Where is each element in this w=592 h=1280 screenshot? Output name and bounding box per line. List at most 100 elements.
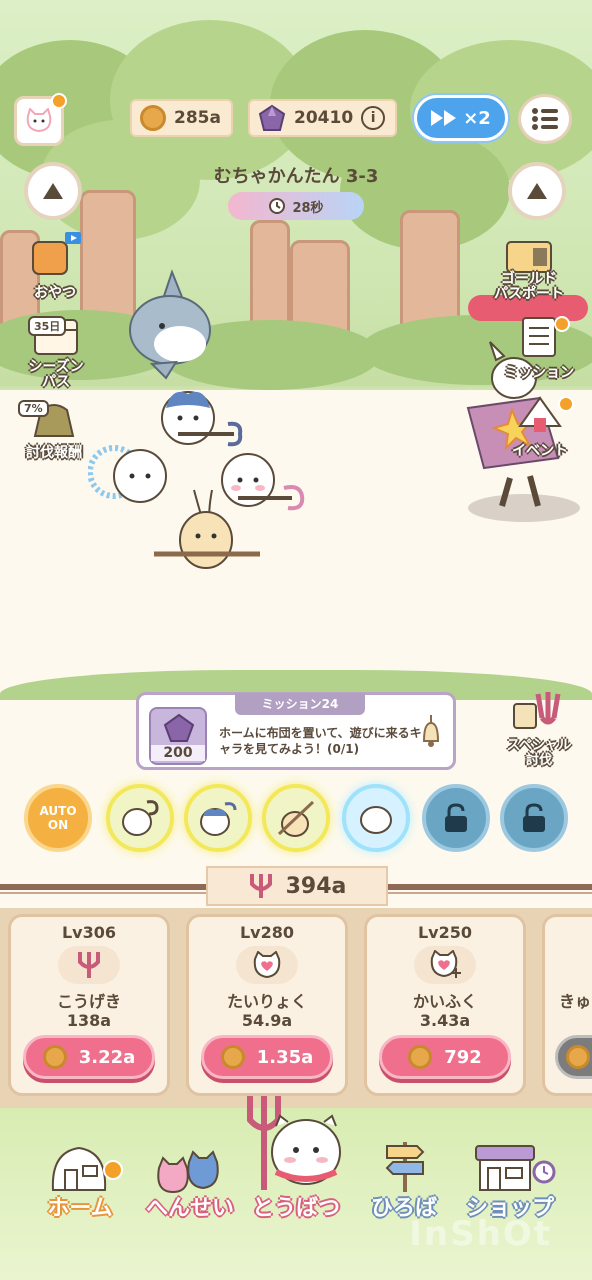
skill-slot-2[interactable] xyxy=(184,784,252,852)
info-icon[interactable]: i xyxy=(361,106,386,130)
gem-amount: 20410 xyxy=(294,108,354,128)
snack-button[interactable]: おやつ xyxy=(20,232,90,302)
lock-icon xyxy=(445,803,467,832)
mission-description: ホームに布団を置いて、遊びに来るキャラを見てみよう！(0/1) xyxy=(219,726,422,756)
upgrade-attack-button[interactable]: 3.22a xyxy=(23,1035,155,1079)
gem-icon xyxy=(163,713,195,742)
lock-icon xyxy=(523,803,545,832)
mission-button[interactable]: ミッション xyxy=(494,316,584,382)
card-level: Lv280 xyxy=(239,923,295,942)
card-name: たいりょく xyxy=(226,992,307,1011)
event-tent-icon xyxy=(518,396,562,432)
usagi-skill-icon xyxy=(277,800,315,837)
mission-banner[interactable]: ミッション24 200 ホームに布団を置いて、遊びに来るキャラを見てみよう！(0… xyxy=(136,692,456,770)
nav-home[interactable]: ホーム xyxy=(26,1138,134,1221)
nav-home-label: ホーム xyxy=(47,1196,113,1221)
clock-icon xyxy=(269,198,286,214)
speed-toggle-button[interactable]: ×2 xyxy=(414,95,508,141)
profile-button[interactable] xyxy=(14,93,67,146)
upgrade-card-partial: きゅ xyxy=(542,914,592,1096)
menu-button[interactable] xyxy=(518,94,572,144)
special-weapon-icon xyxy=(513,692,561,729)
gold-passport-label: ゴールド パスポート xyxy=(494,271,564,302)
cat-face-icon xyxy=(26,108,52,133)
stage-title: むちゃかんたん 3-3 xyxy=(213,166,379,187)
card-level: Lv306 xyxy=(61,923,117,942)
coin-amount: 285a xyxy=(174,108,221,128)
gem-counter[interactable]: 20410 i xyxy=(248,99,398,137)
coin-icon xyxy=(42,1045,67,1069)
upgrade-partial-button[interactable] xyxy=(555,1035,592,1079)
momonga-skill-icon xyxy=(360,806,392,834)
reward-percent-badge: 7% xyxy=(18,400,49,417)
hachiware-skill-icon xyxy=(200,802,237,836)
coin-counter: 285a xyxy=(130,99,233,137)
upgrade-card-health: Lv280 たいりょく 54.9a 1.35a xyxy=(186,914,348,1096)
speed-label: ×2 xyxy=(463,107,491,129)
timer-value: 28秒 xyxy=(292,200,324,216)
notification-dot xyxy=(51,93,67,109)
subjugation-reward-label: 討伐報酬 xyxy=(26,445,82,461)
gem-icon xyxy=(258,104,286,131)
skill-slot-locked-2[interactable] xyxy=(500,784,568,852)
mission-label: ミッション xyxy=(504,365,574,381)
fast-forward-icon xyxy=(431,110,457,126)
season-pass-label: シーズン パス xyxy=(28,359,84,390)
nav-team-label: へんせい xyxy=(145,1196,234,1221)
nav-team[interactable]: へんせい xyxy=(136,1138,244,1221)
card-value: 138a xyxy=(66,1011,112,1030)
upgrade-card-attack: Lv306 こうげき 138a 3.22a xyxy=(8,914,170,1096)
mission-reward: 200 xyxy=(149,707,207,765)
upgrade-heal-button[interactable]: 792 xyxy=(379,1035,511,1079)
snack-icon xyxy=(32,232,81,275)
heal-icon xyxy=(414,946,476,984)
sunfish-ally xyxy=(129,269,211,380)
card-value: 54.9a xyxy=(241,1011,293,1030)
mission-reward-amount: 200 xyxy=(151,745,205,761)
watermark: InShOt xyxy=(409,1214,552,1254)
battle-icon xyxy=(247,1096,341,1190)
season-days-badge: 35日 xyxy=(28,316,67,336)
auto-toggle-button[interactable]: AUTO ON xyxy=(24,784,92,852)
card-level: Lv250 xyxy=(417,923,473,942)
heart-icon xyxy=(236,946,298,984)
card-name: かいふく xyxy=(412,992,477,1011)
battle-timer: 28秒 xyxy=(228,192,364,220)
gold-passport-button[interactable]: ゴールド パスポート xyxy=(470,240,588,302)
upgrade-currency-amount: 394a xyxy=(285,873,347,899)
upgrade-card-heal: Lv250 かいふく 3.43a 792 xyxy=(364,914,526,1096)
subjugation-reward-button[interactable]: 7% 討伐報酬 xyxy=(10,400,98,462)
special-subjugation-label: スペシャル 討伐 xyxy=(506,738,572,768)
nav-battle[interactable]: とうばつ xyxy=(240,1090,352,1221)
coin-icon xyxy=(220,1045,245,1069)
skill-slot-3[interactable] xyxy=(262,784,330,852)
auto-label: AUTO ON xyxy=(39,804,77,832)
checklist-icon xyxy=(522,317,556,357)
upgrade-health-button[interactable]: 1.35a xyxy=(201,1035,333,1079)
list-menu-icon xyxy=(532,108,558,130)
card-name: きゅ xyxy=(559,992,592,1011)
skill-slot-1[interactable] xyxy=(106,784,174,852)
event-label: イベント xyxy=(512,443,568,459)
upgrade-currency: 394a xyxy=(206,866,388,906)
mission-title: ミッション24 xyxy=(235,693,365,715)
skill-slot-locked-1[interactable] xyxy=(422,784,490,852)
chiikawa-skill-icon xyxy=(122,800,159,836)
pitchfork-icon xyxy=(58,946,120,984)
signpost-icon xyxy=(385,1142,425,1192)
upgrade-cost: 1.35a xyxy=(256,1046,314,1068)
nav-plaza[interactable]: ひろば xyxy=(350,1138,458,1221)
skill-slot-4[interactable] xyxy=(342,784,410,852)
card-value: 3.43a xyxy=(419,1011,471,1030)
event-notification-dot xyxy=(558,396,574,412)
nav-battle-label: とうばつ xyxy=(251,1196,340,1221)
special-subjugation-button[interactable]: スペシャル 討伐 xyxy=(496,690,582,768)
card-name: こうげき xyxy=(56,992,121,1011)
season-pass-button[interactable]: 35日 シーズン パス xyxy=(14,316,98,390)
coin-icon xyxy=(140,105,166,131)
mission-notification-dot xyxy=(554,316,570,332)
coin-icon xyxy=(566,1045,590,1069)
coin-icon xyxy=(408,1045,433,1069)
nav-shop[interactable]: ショップ xyxy=(456,1138,564,1221)
event-button[interactable]: イベント xyxy=(496,396,584,460)
